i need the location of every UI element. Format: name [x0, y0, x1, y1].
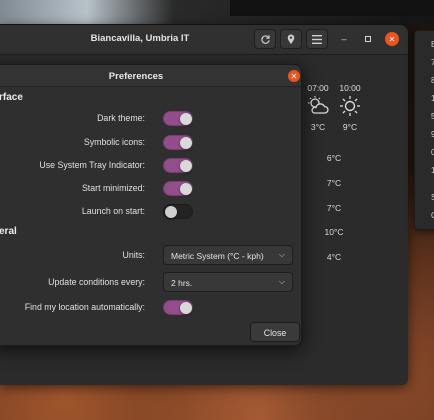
- top-panel: [230, 0, 434, 16]
- close-icon: ✕: [290, 71, 298, 81]
- switch-knob: [180, 302, 192, 314]
- switch-knob: [180, 160, 192, 172]
- partly-cloudy-icon: [308, 96, 329, 114]
- symbolic-icons-label: Symbolic icons:: [83, 137, 145, 147]
- section-title-general: eral: [0, 226, 17, 237]
- launch-on-start-label: Launch on start:: [81, 206, 145, 216]
- dark-theme-label: Dark theme:: [97, 113, 145, 123]
- close-button[interactable]: Close: [250, 322, 300, 342]
- maximize-icon: [365, 36, 371, 42]
- daily-temp-0: 6°C: [326, 153, 342, 163]
- window-close-button[interactable]: ✕: [385, 32, 399, 46]
- location-pin-icon: [287, 33, 295, 44]
- daily-temp-1: 7°C: [326, 178, 342, 188]
- location-button[interactable]: [280, 29, 302, 49]
- units-label: Units:: [122, 250, 146, 260]
- start-minimized-label: Start minimized:: [81, 183, 145, 193]
- minimize-button[interactable]: –: [337, 32, 351, 46]
- daily-temp-4: 4°C: [326, 252, 342, 262]
- preferences-header: Preferences ✕: [0, 65, 301, 87]
- units-value: Metric System (°C - kph): [171, 251, 264, 261]
- daily-temp-2: 7°C: [326, 203, 342, 213]
- update-interval-label: Update conditions every:: [48, 277, 145, 287]
- hamburger-menu-icon: [312, 34, 322, 44]
- update-interval-value: 2 hrs.: [171, 278, 193, 288]
- forecast-temp-1: 9°C: [342, 122, 358, 132]
- symbolic-icons-switch[interactable]: [163, 135, 193, 150]
- preferences-dialog: Preferences ✕ rface Dark theme: Symbolic…: [0, 64, 302, 346]
- preferences-title: Preferences: [108, 71, 164, 82]
- find-location-label: Find my location automatically:: [24, 302, 145, 312]
- minimize-icon: –: [341, 34, 347, 44]
- update-interval-dropdown[interactable]: 2 hrs. ⌵: [163, 272, 293, 292]
- find-location-switch[interactable]: [163, 300, 193, 315]
- sun-icon: [340, 96, 360, 116]
- dark-theme-switch[interactable]: [163, 111, 193, 126]
- launch-on-start-switch[interactable]: [163, 204, 193, 219]
- refresh-button[interactable]: [254, 29, 276, 49]
- menu-button[interactable]: [306, 29, 328, 49]
- switch-knob: [180, 137, 192, 149]
- units-dropdown[interactable]: Metric System (°C - kph) ⌵: [163, 245, 293, 265]
- chevron-down-icon: ⌵: [278, 277, 285, 286]
- preferences-close-button[interactable]: ✕: [288, 70, 300, 82]
- switch-knob: [165, 206, 177, 218]
- switch-knob: [180, 113, 192, 125]
- maximize-button[interactable]: [361, 32, 375, 46]
- close-icon: ✕: [388, 34, 396, 44]
- side-popup-menu: B 7 8 1 5 9 0 1 S Q: [414, 30, 434, 230]
- app-header-bar: Biancavilla, Umbria IT – ✕: [0, 25, 408, 55]
- refresh-icon: [260, 34, 270, 44]
- daily-temp-3: 10°C: [324, 227, 344, 237]
- forecast-time-1: 10:00: [339, 83, 361, 93]
- system-tray-switch[interactable]: [163, 158, 193, 173]
- switch-knob: [180, 183, 192, 195]
- app-title: Biancavilla, Umbria IT: [90, 33, 190, 44]
- section-title-interface: rface: [0, 92, 23, 103]
- start-minimized-switch[interactable]: [163, 181, 193, 196]
- chevron-down-icon: ⌵: [278, 250, 285, 259]
- system-tray-label: Use System Tray Indicator:: [39, 160, 145, 170]
